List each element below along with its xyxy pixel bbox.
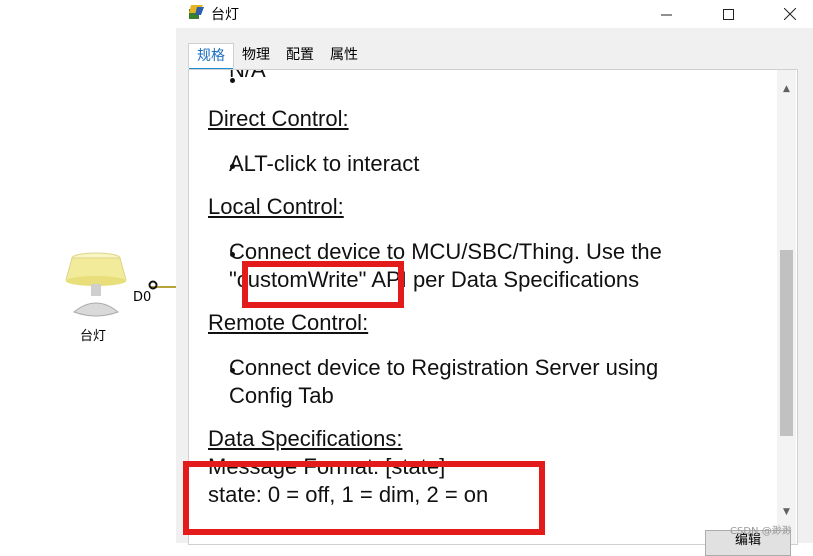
minimize-button[interactable]: [643, 0, 689, 28]
highlight-box-data-spec: [183, 461, 545, 535]
tab-physical[interactable]: 物理: [234, 43, 278, 67]
na-item: N/A: [229, 70, 266, 84]
close-button[interactable]: [767, 0, 813, 28]
lamp-device-icon[interactable]: [64, 250, 128, 318]
tab-attributes[interactable]: 属性: [322, 43, 366, 67]
scroll-up-icon[interactable]: ▲: [777, 80, 796, 97]
tab-specifications[interactable]: 规格: [188, 43, 234, 70]
minimize-icon: [660, 14, 672, 15]
tab-bar: 规格 物理 配置 属性: [188, 43, 366, 70]
window-title: 台灯: [211, 7, 239, 23]
vertical-scrollbar[interactable]: ▲ ▼: [777, 70, 796, 544]
local-control-heading: Local Control:: [208, 194, 344, 219]
local-control-item-tail: API per Data Specifications: [366, 267, 640, 292]
connector-icon: [148, 280, 158, 290]
app-icon: [189, 5, 204, 19]
data-spec-heading: Data Specifications:: [208, 426, 403, 451]
remote-control-item-line2: Config Tab: [229, 383, 334, 408]
scroll-thumb[interactable]: [780, 250, 793, 436]
device-label: 台灯: [80, 329, 107, 344]
title-bar[interactable]: 台灯: [176, 0, 813, 28]
direct-control-heading: Direct Control:: [208, 106, 349, 131]
remote-control-item-line1: Connect device to Registration Server us…: [229, 355, 659, 380]
highlight-box-customwrite: [242, 261, 404, 308]
scroll-down-icon[interactable]: ▼: [777, 503, 796, 520]
direct-control-item: ALT-click to interact: [229, 151, 420, 176]
watermark: CSDN @渺渺: [730, 526, 792, 537]
port-label: D0: [133, 290, 152, 305]
maximize-button[interactable]: [705, 0, 751, 28]
maximize-icon: [722, 8, 734, 20]
tab-config[interactable]: 配置: [278, 43, 322, 67]
remote-control-heading: Remote Control:: [208, 310, 369, 335]
close-icon: [784, 8, 796, 20]
workspace-canvas[interactable]: 台灯 D0: [0, 0, 177, 543]
